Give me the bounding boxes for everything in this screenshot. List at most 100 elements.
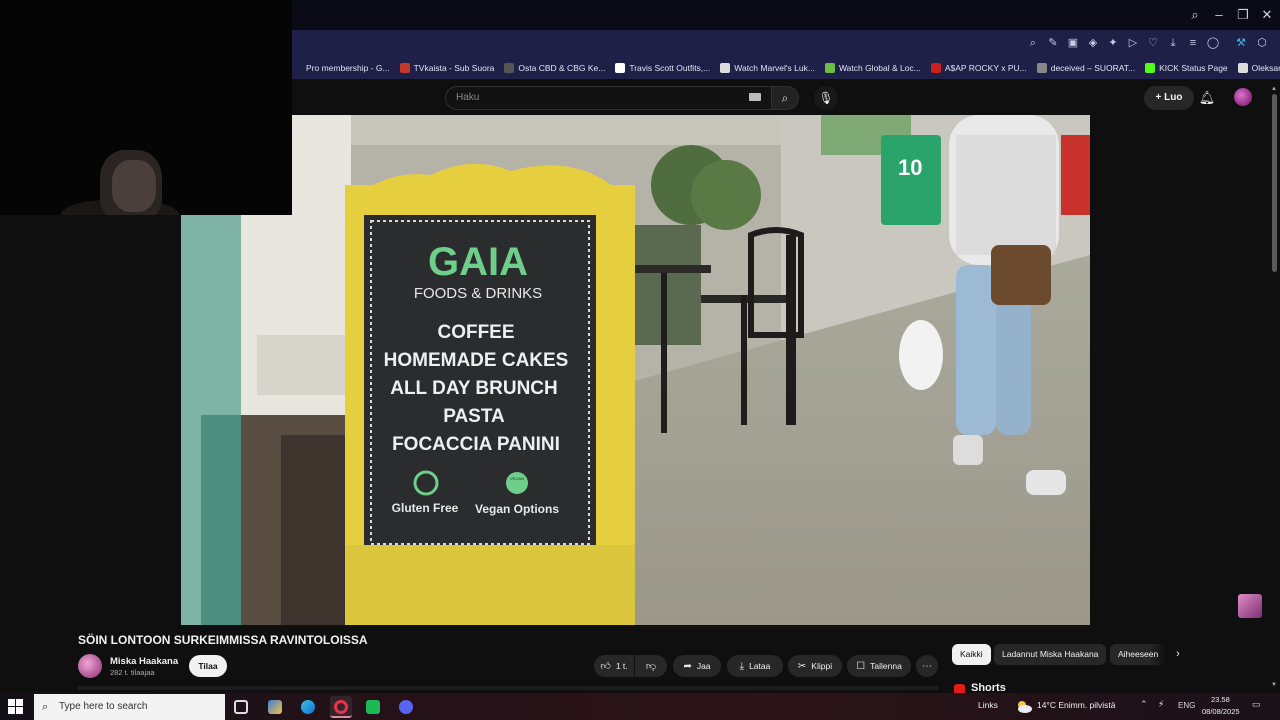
notifications-bell-icon[interactable]: 🔔︎	[1198, 89, 1216, 107]
discord-icon[interactable]	[395, 696, 417, 718]
bookmark-item[interactable]: Osta CBD & CBG Ke...	[504, 63, 605, 73]
zoom-icon[interactable]: ⌕	[1025, 35, 1041, 51]
thumbs-down-icon: 👎︎	[645, 661, 657, 672]
bookmark-label: TVkaista - Sub Suora	[413, 63, 495, 73]
search-input[interactable]: Haku	[445, 86, 771, 110]
weather-cloud-icon[interactable]	[1016, 699, 1032, 713]
sign-badge-left: Gluten Free	[392, 501, 459, 515]
download-button[interactable]: ⤓ Lataa	[727, 655, 783, 677]
like-button[interactable]: 👍︎ 1 t.	[594, 655, 634, 677]
chip-all[interactable]: Kaikki	[952, 644, 991, 665]
share-button[interactable]: ➦ Jaa	[673, 655, 721, 677]
subscribe-button[interactable]: Tilaa	[189, 655, 227, 677]
bookmark-label: A$AP ROCKY x PU...	[944, 63, 1027, 73]
channel-avatar[interactable]	[78, 654, 102, 678]
extension-icon[interactable]: ✦	[1105, 35, 1121, 51]
scroll-down-icon[interactable]: ▼	[1271, 682, 1279, 690]
channel-name[interactable]: Miska Haakana	[110, 656, 178, 667]
video-frame: 10 GAIA FOODS & DRINKS COFFEE HOMEMADE C…	[181, 115, 1090, 625]
network-icon[interactable]: ⚡︎	[1158, 699, 1164, 710]
bookmark-item[interactable]: A$AP ROCKY x PU...	[930, 63, 1027, 73]
sign-title: GAIA	[428, 240, 528, 284]
edit-icon[interactable]: ✎	[1045, 35, 1061, 51]
camera-icon[interactable]: ▣	[1065, 35, 1081, 51]
minimize-icon[interactable]: –	[1210, 6, 1228, 24]
search-icon: ⌕	[781, 91, 789, 105]
clock-time[interactable]: 23.58	[1211, 695, 1230, 704]
sign-menu-line: ALL DAY BRUNCH	[390, 378, 558, 399]
bookmark-item[interactable]: deceived – SUORAT...	[1036, 63, 1135, 73]
close-icon[interactable]: ✕	[1258, 6, 1276, 24]
search-tabs-icon[interactable]: ⌕	[1186, 6, 1204, 24]
more-icon: ⋯	[922, 660, 932, 672]
language-indicator[interactable]: ENG	[1178, 701, 1195, 710]
edge-browser-icon[interactable]	[297, 696, 319, 718]
more-actions-button[interactable]: ⋯	[916, 655, 938, 677]
restore-icon[interactable]: ❐	[1234, 6, 1252, 24]
play-icon[interactable]: ▷	[1125, 35, 1141, 51]
notifications-icon[interactable]: ▭	[1252, 699, 1261, 710]
sign-menu-line: FOCACCIA PANINI	[392, 434, 560, 455]
save-label: Tallenna	[870, 661, 902, 671]
bookmark-item[interactable]: Pro membership - G...	[292, 63, 390, 73]
search-button[interactable]: ⌕	[771, 86, 799, 110]
bookmark-favicon-icon	[930, 63, 941, 73]
chip-related[interactable]: Aiheeseen	[1110, 644, 1166, 665]
download-label: Lataa	[749, 661, 771, 671]
opera-gx-icon[interactable]	[330, 696, 352, 718]
task-view-icon[interactable]	[230, 696, 252, 718]
app-icon-photo[interactable]	[264, 696, 286, 718]
chevron-up-icon[interactable]: ⌃	[1140, 699, 1148, 710]
bus-number: 10	[898, 155, 922, 180]
dislike-button[interactable]: 👎︎	[635, 655, 667, 677]
bookmark-label: Watch Global & Loc...	[838, 63, 921, 73]
clock-date[interactable]: 08/08/2025	[1202, 707, 1240, 716]
scroll-thumb[interactable]	[1272, 94, 1277, 272]
scroll-up-icon[interactable]: ▲	[1271, 86, 1279, 94]
save-button[interactable]: ☐ Tallenna	[847, 655, 911, 677]
menu-icon[interactable]: ≡	[1185, 35, 1201, 51]
app-icon-green[interactable]	[362, 696, 384, 718]
channel-watermark[interactable]	[1238, 594, 1262, 618]
windows-start-icon[interactable]	[8, 699, 24, 715]
weather-text[interactable]: 14°C Enimm. pilvistä	[1037, 700, 1116, 710]
scissors-icon: ✂	[797, 660, 807, 672]
bookmark-label: Travis Scott Outfits,...	[629, 63, 711, 73]
sign-menu-line: COFFEE	[437, 322, 514, 343]
bookmark-item[interactable]: Travis Scott Outfits,...	[615, 63, 710, 73]
create-button[interactable]: + Luo	[1144, 86, 1194, 110]
shield-icon[interactable]: ◈	[1085, 35, 1101, 51]
share-icon: ➦	[683, 660, 692, 672]
thumbs-up-icon: 👍︎	[600, 661, 611, 672]
chevron-right-icon[interactable]: ›	[1170, 646, 1186, 662]
heart-icon[interactable]: ♡	[1145, 35, 1161, 51]
subscriber-count: 282 t. tilaajaa	[110, 668, 155, 677]
tray-links[interactable]: Links	[978, 700, 998, 710]
bookmark-item[interactable]: Oleksandr Usyk vs D...	[1237, 63, 1280, 73]
taskbar-search-input[interactable]: ⌕ Type here to search	[34, 694, 225, 720]
bookmark-item[interactable]: TVkaista - Sub Suora	[399, 63, 495, 73]
keyboard-icon[interactable]	[749, 93, 761, 101]
clip-button[interactable]: ✂ Klippi	[788, 655, 842, 677]
video-player[interactable]: 10 GAIA FOODS & DRINKS COFFEE HOMEMADE C…	[181, 115, 1090, 625]
bookmark-label: Watch Marvel's Luk...	[734, 63, 815, 73]
windows-taskbar: ⌕ Type here to search Links 14°C Enimm. …	[0, 693, 1280, 720]
streamer-face	[112, 160, 156, 212]
account-avatar[interactable]	[1234, 88, 1252, 106]
bookmark-favicon-icon	[1145, 63, 1156, 73]
bookmark-item[interactable]: KICK Status Page	[1145, 63, 1228, 73]
microphone-icon: 🎙︎	[818, 91, 834, 105]
search-icon: ⌕	[42, 701, 49, 713]
chip-channel[interactable]: Ladannut Miska Haakana	[994, 644, 1106, 665]
taskbar-search-placeholder: Type here to search	[59, 701, 148, 712]
bookmark-item[interactable]: Watch Global & Loc...	[824, 63, 921, 73]
download-icon[interactable]: ⤓	[1165, 35, 1181, 51]
page-scrollbar[interactable]: ▲ ▼	[1269, 86, 1280, 690]
share-label: Jaa	[696, 661, 711, 671]
cube-icon[interactable]: ⬡	[1254, 35, 1270, 51]
youtube-header: Haku ⌕ 🎙︎ + Luo 🔔︎	[292, 79, 1280, 115]
bookmark-item[interactable]: Watch Marvel's Luk...	[720, 63, 815, 73]
wallet-icon[interactable]: ⚒	[1233, 35, 1249, 51]
voice-search-button[interactable]: 🎙︎	[814, 86, 838, 110]
profile-icon[interactable]: ◯	[1205, 35, 1221, 51]
